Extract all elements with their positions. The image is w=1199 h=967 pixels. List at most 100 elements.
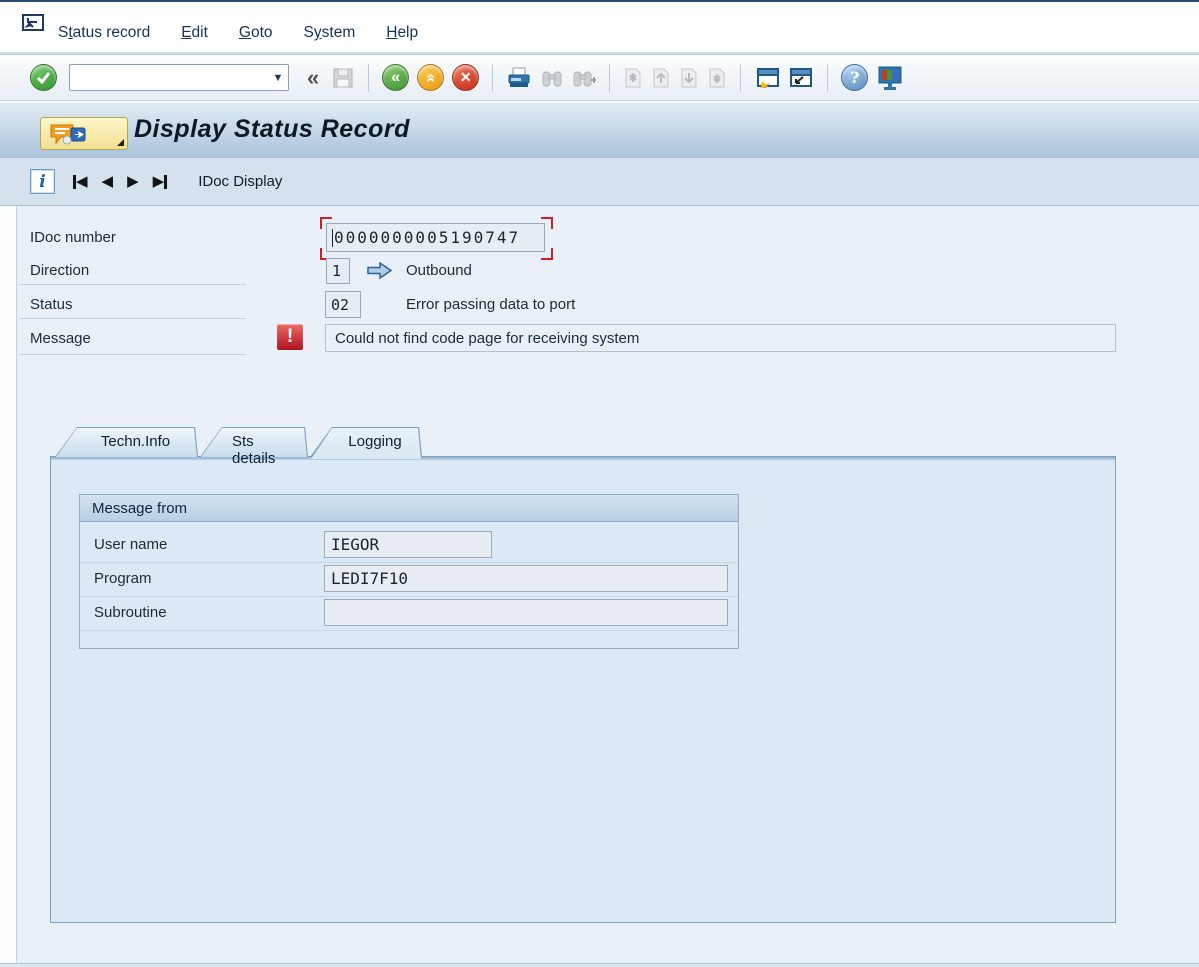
command-input[interactable] <box>70 65 268 90</box>
row-separator <box>19 318 246 319</box>
collapse-toolbar-icon[interactable]: « <box>307 65 319 91</box>
create-shortcut-icon <box>788 66 814 90</box>
logging-tab-panel: Message from User name IEGOR Program LED… <box>50 456 1116 923</box>
first-record-button[interactable]: ◀ <box>73 170 88 194</box>
command-field[interactable]: ▼ <box>69 64 289 91</box>
direction-value: 1 <box>332 262 341 280</box>
customize-layout-icon <box>876 65 904 91</box>
error-icon: ! <box>277 324 303 350</box>
form-row: Program LEDI7F10 <box>80 562 738 596</box>
tab-techn-info[interactable]: Techn.Info <box>55 427 198 457</box>
outbound-arrow-icon <box>366 261 393 280</box>
direction-label: Direction <box>30 262 89 279</box>
program-field[interactable]: LEDI7F10 <box>324 565 728 592</box>
message-field[interactable]: Could not find code page for receiving s… <box>325 324 1116 352</box>
create-shortcut-button[interactable] <box>788 63 814 93</box>
previous-record-button[interactable]: ◀ <box>102 170 114 194</box>
screen-content: IDoc number 0000000005190747 Direction 1… <box>0 206 1199 963</box>
enter-check-icon <box>30 64 57 91</box>
customize-layout-button[interactable] <box>876 63 904 93</box>
first-page-icon <box>622 66 644 90</box>
command-dropdown-icon[interactable]: ▼ <box>268 72 288 84</box>
find-button[interactable] <box>540 63 564 93</box>
system-menu-icon[interactable] <box>20 12 48 38</box>
next-record-icon: ▶ <box>127 174 139 189</box>
subroutine-field[interactable] <box>324 599 728 626</box>
separator <box>827 64 828 92</box>
menu-edit[interactable]: Edit <box>181 24 208 42</box>
cancel-icon: ✕ <box>452 64 479 91</box>
direction-field[interactable]: 1 <box>326 258 350 284</box>
help-icon: ? <box>841 64 868 91</box>
menu-status-record[interactable]: Status record <box>58 24 150 42</box>
info-button[interactable]: i <box>30 169 55 194</box>
title-menu-button[interactable] <box>40 117 128 150</box>
text-cursor <box>332 229 333 247</box>
message-from-groupbox: Message from User name IEGOR Program LED… <box>79 494 739 649</box>
user-name-field[interactable]: IEGOR <box>324 531 492 558</box>
print-button[interactable] <box>506 63 532 93</box>
page-down-button[interactable] <box>678 63 700 93</box>
save-button[interactable] <box>331 63 355 93</box>
separator <box>740 64 741 92</box>
status-field[interactable]: 02 <box>325 291 361 318</box>
menu-goto[interactable]: Goto <box>239 24 273 42</box>
help-button[interactable]: ? <box>841 63 868 93</box>
status-value: 02 <box>331 296 349 314</box>
enter-button[interactable] <box>30 63 57 93</box>
page-down-icon <box>678 66 700 90</box>
window-bottom-edge <box>0 963 1199 967</box>
menu-system[interactable]: System <box>304 24 356 42</box>
idoc-display-button[interactable]: IDoc Display <box>198 173 282 190</box>
page-up-button[interactable] <box>650 63 672 93</box>
title-bar: Display Status Record <box>0 101 1199 158</box>
first-page-button[interactable] <box>622 63 644 93</box>
menu-items: Status record Edit Goto System Help <box>58 24 418 42</box>
focus-corner <box>541 248 553 260</box>
left-gutter <box>0 206 17 963</box>
new-session-icon <box>754 66 780 90</box>
focus-corner <box>320 217 332 229</box>
form-row: User name IEGOR <box>80 528 738 562</box>
tab-sts-details[interactable]: Sts details <box>200 427 308 457</box>
idoc-number-value: 0000000005190747 <box>334 228 520 247</box>
new-session-button[interactable] <box>754 63 780 93</box>
tab-label: Sts details <box>200 427 308 467</box>
status-record-chat-icon <box>49 122 95 146</box>
groupbox-title: Message from <box>80 495 738 522</box>
menu-help[interactable]: Help <box>386 24 418 42</box>
exit-icon: « <box>417 64 444 91</box>
page-up-icon <box>650 66 672 90</box>
message-label: Message <box>30 330 91 347</box>
application-toolbar: i ◀ ◀ ▶ ▶ IDoc Display <box>0 158 1199 206</box>
message-value: Could not find code page for receiving s… <box>335 330 639 347</box>
find-next-button[interactable] <box>572 63 596 93</box>
idoc-number-field[interactable]: 0000000005190747 <box>326 223 545 252</box>
next-record-button[interactable]: ▶ <box>127 170 139 194</box>
print-icon <box>506 66 532 90</box>
exit-button[interactable]: « <box>417 63 444 93</box>
tab-logging[interactable]: Logging <box>310 427 422 457</box>
program-value: LEDI7F10 <box>331 569 408 588</box>
row-separator <box>19 284 246 285</box>
last-record-icon: ▶ <box>153 174 165 189</box>
focus-corner <box>541 217 553 229</box>
last-page-button[interactable] <box>706 63 728 93</box>
cancel-button[interactable]: ✕ <box>452 63 479 93</box>
form-row: Subroutine <box>80 596 738 630</box>
info-icon: i <box>39 172 45 192</box>
sap-window: Status record Edit Goto System Help ▼ « <box>0 0 1199 967</box>
idoc-number-label: IDoc number <box>30 229 116 246</box>
find-icon <box>540 66 564 90</box>
program-label: Program <box>94 570 152 587</box>
separator <box>609 64 610 92</box>
direction-description: Outbound <box>406 262 472 279</box>
back-icon: « <box>382 64 409 91</box>
tab-strip: Techn.Info Sts details Logging <box>55 427 422 457</box>
row-separator <box>19 354 246 355</box>
back-button[interactable]: « <box>382 63 409 93</box>
user-name-value: IEGOR <box>331 535 379 554</box>
page-title: Display Status Record <box>134 115 410 144</box>
separator <box>492 64 493 92</box>
last-record-button[interactable]: ▶ <box>153 170 168 194</box>
